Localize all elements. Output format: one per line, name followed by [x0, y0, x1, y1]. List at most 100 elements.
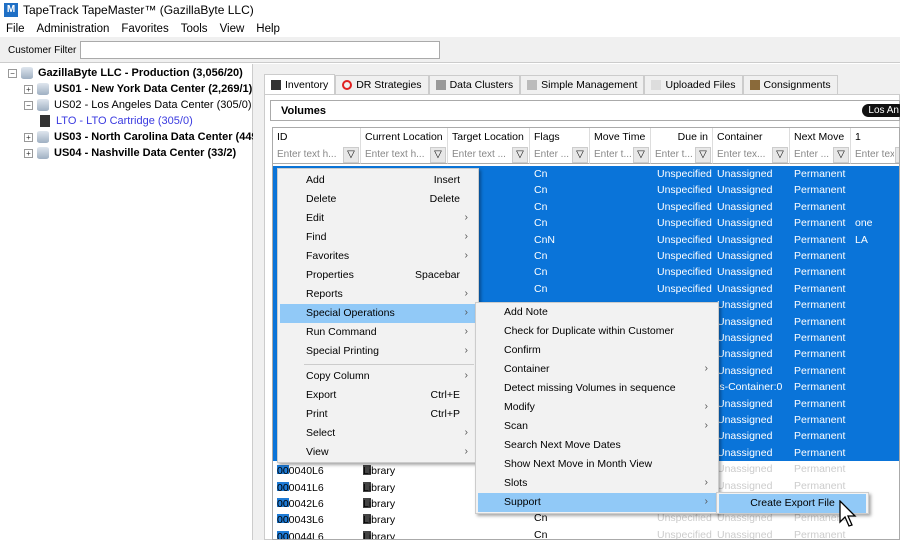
flags-cell: Cn — [534, 168, 548, 180]
menu-item-slots[interactable]: Slots › — [478, 474, 716, 493]
menu-tools[interactable]: Tools — [175, 23, 214, 35]
filter-icon[interactable]: ▽ — [343, 147, 359, 163]
menu-item-label: Support — [504, 496, 541, 508]
filter-icon[interactable]: ▽ — [772, 147, 788, 163]
column-filter-input[interactable] — [361, 146, 429, 163]
filter-icon[interactable]: ▽ — [633, 147, 649, 163]
column-header-due-in[interactable]: Due in — [651, 128, 713, 146]
column-filter-input[interactable] — [851, 146, 894, 163]
menu-file[interactable]: File — [0, 23, 31, 35]
menu-item-add[interactable]: Add Insert — [280, 171, 476, 190]
tree-node[interactable]: − US02 - Los Angeles Data Center (305/0) — [24, 99, 252, 111]
column-filter-input[interactable] — [713, 146, 771, 163]
container-cell: is-Container:0 — [717, 381, 783, 394]
column-header-current-location[interactable]: Current Location — [361, 128, 448, 146]
column-header-next-move[interactable]: Next Move — [790, 128, 851, 146]
column-header-1[interactable]: 1 — [851, 128, 899, 146]
column-filter-input[interactable] — [590, 146, 632, 163]
menu-item-delete[interactable]: Delete Delete — [280, 190, 476, 209]
menu-item-add-note[interactable]: Add Note — [478, 303, 716, 322]
menu-item-export[interactable]: Export Ctrl+E — [280, 386, 476, 405]
menu-item-select[interactable]: Select › — [280, 424, 476, 443]
menu-item-modify[interactable]: Modify › — [478, 398, 716, 417]
column-filter-input[interactable] — [448, 146, 511, 163]
location-badge[interactable]: Los An — [862, 104, 900, 117]
menu-item-reports[interactable]: Reports › — [280, 285, 476, 304]
menu-item-favorites[interactable]: Favorites › — [280, 247, 476, 266]
management-icon — [527, 80, 538, 90]
menu-item-run-command[interactable]: Run Command › — [280, 323, 476, 342]
filter-icon[interactable]: ▽ — [572, 147, 588, 163]
column-filter-input[interactable] — [530, 146, 571, 163]
filter-icon[interactable]: ▽ — [430, 147, 446, 163]
column-header-move-time[interactable]: Move Time — [590, 128, 651, 146]
menu-item-special-printing[interactable]: Special Printing › — [280, 342, 476, 361]
tree-node[interactable]: LTO - LTO Cartridge (305/0) — [40, 115, 193, 127]
menu-item-print[interactable]: Print Ctrl+P — [280, 405, 476, 424]
menu-item-label: Delete — [306, 193, 337, 205]
tab-uploaded-files[interactable]: Uploaded Files — [644, 75, 743, 94]
next-move-cell: Permanent — [794, 397, 846, 410]
customer-filter-input[interactable] — [80, 41, 440, 59]
column-filter: Enter text h... ▽ — [361, 146, 448, 164]
menu-item-view[interactable]: View › — [280, 443, 476, 462]
menu-item-search-next-move-dates[interactable]: Search Next Move Dates — [478, 436, 716, 455]
chevron-right-icon: › — [464, 230, 469, 242]
menu-item-detect-missing-volumes-in-sequence[interactable]: Detect missing Volumes in sequence — [478, 379, 716, 398]
menu-item-scan[interactable]: Scan › — [478, 417, 716, 436]
column-filter-input[interactable] — [790, 146, 832, 163]
next-move-cell: Permanent — [794, 430, 846, 443]
menu-item-show-next-move-in-month-view[interactable]: Show Next Move in Month View — [478, 455, 716, 474]
tab-dr-strategies[interactable]: DR Strategies — [335, 75, 429, 94]
container-cell: Unassigned — [717, 217, 773, 230]
column-header-target-location[interactable]: Target Location — [448, 128, 530, 146]
menu-item-check-for-duplicate-within-customer[interactable]: Check for Duplicate within Customer — [478, 322, 716, 341]
menu-item-container[interactable]: Container › — [478, 360, 716, 379]
tab-label: Uploaded Files — [665, 79, 736, 91]
column-header-container[interactable]: Container — [713, 128, 790, 146]
tree-node[interactable]: + US03 - North Carolina Data Center (449/ — [24, 131, 261, 143]
next-move-cell: Permanent — [794, 168, 846, 180]
tab-label: Inventory — [285, 78, 329, 91]
menu-item-confirm[interactable]: Confirm — [478, 341, 716, 360]
filter-icon[interactable]: ▽ — [512, 147, 528, 163]
tab-data-clusters[interactable]: Data Clusters — [428, 75, 521, 94]
container-cell: Unassigned — [717, 184, 773, 197]
next-move-cell: Permanent — [794, 463, 846, 476]
menu-administration[interactable]: Administration — [31, 23, 116, 35]
collapse-icon[interactable]: − — [8, 68, 17, 78]
menu-help[interactable]: Help — [250, 23, 286, 35]
expand-icon[interactable]: + — [24, 84, 33, 94]
collapse-icon[interactable]: − — [24, 100, 33, 110]
menu-item-properties[interactable]: Properties Spacebar — [280, 266, 476, 285]
menu-item-label: Confirm — [504, 344, 541, 356]
tab-consignments[interactable]: Consignments — [742, 75, 838, 94]
table-row[interactable]: 000044L6 Library Cn Unspecified Unassigned Pe… — [273, 527, 899, 539]
menu-view[interactable]: View — [214, 23, 251, 35]
expand-icon[interactable]: + — [24, 132, 33, 142]
filter-icon[interactable]: ▽ — [833, 147, 849, 163]
column-header-flags[interactable]: Flags — [530, 128, 590, 146]
tab-simple-management[interactable]: Simple Management — [520, 75, 645, 94]
menu-item-shortcut: Ctrl+E — [430, 389, 460, 401]
database-icon — [37, 99, 49, 111]
container-cell: Unassigned — [717, 168, 773, 180]
tab-inventory[interactable]: Inventory — [264, 74, 336, 94]
menu-item-copy-column[interactable]: Copy Column › — [280, 367, 476, 386]
due-in-cell: Unspecified — [657, 233, 712, 246]
column-header-id[interactable]: ID — [273, 128, 361, 146]
column-filter-input[interactable] — [651, 146, 694, 163]
tree-node[interactable]: + US04 - Nashville Data Center (33/2) — [24, 147, 236, 159]
column-filter-input[interactable] — [273, 146, 342, 163]
menu-favorites[interactable]: Favorites — [115, 23, 174, 35]
tree-node[interactable]: − GazillaByte LLC - Production (3,056/20) — [8, 67, 243, 79]
title-bar: M TapeTrack TapeMaster™ (GazillaByte LLC… — [0, 0, 900, 20]
filter-icon[interactable]: ▽ — [695, 147, 711, 163]
menu-item-special-operations[interactable]: Special Operations › — [280, 304, 476, 323]
menu-item-edit[interactable]: Edit › — [280, 209, 476, 228]
tree-node[interactable]: + US01 - New York Data Center (2,269/1) — [24, 83, 252, 95]
menu-item-find[interactable]: Find › — [280, 228, 476, 247]
expand-icon[interactable]: + — [24, 148, 33, 158]
filter-icon[interactable]: ▽ — [895, 147, 899, 163]
menu-item-support[interactable]: Support › — [478, 493, 716, 512]
